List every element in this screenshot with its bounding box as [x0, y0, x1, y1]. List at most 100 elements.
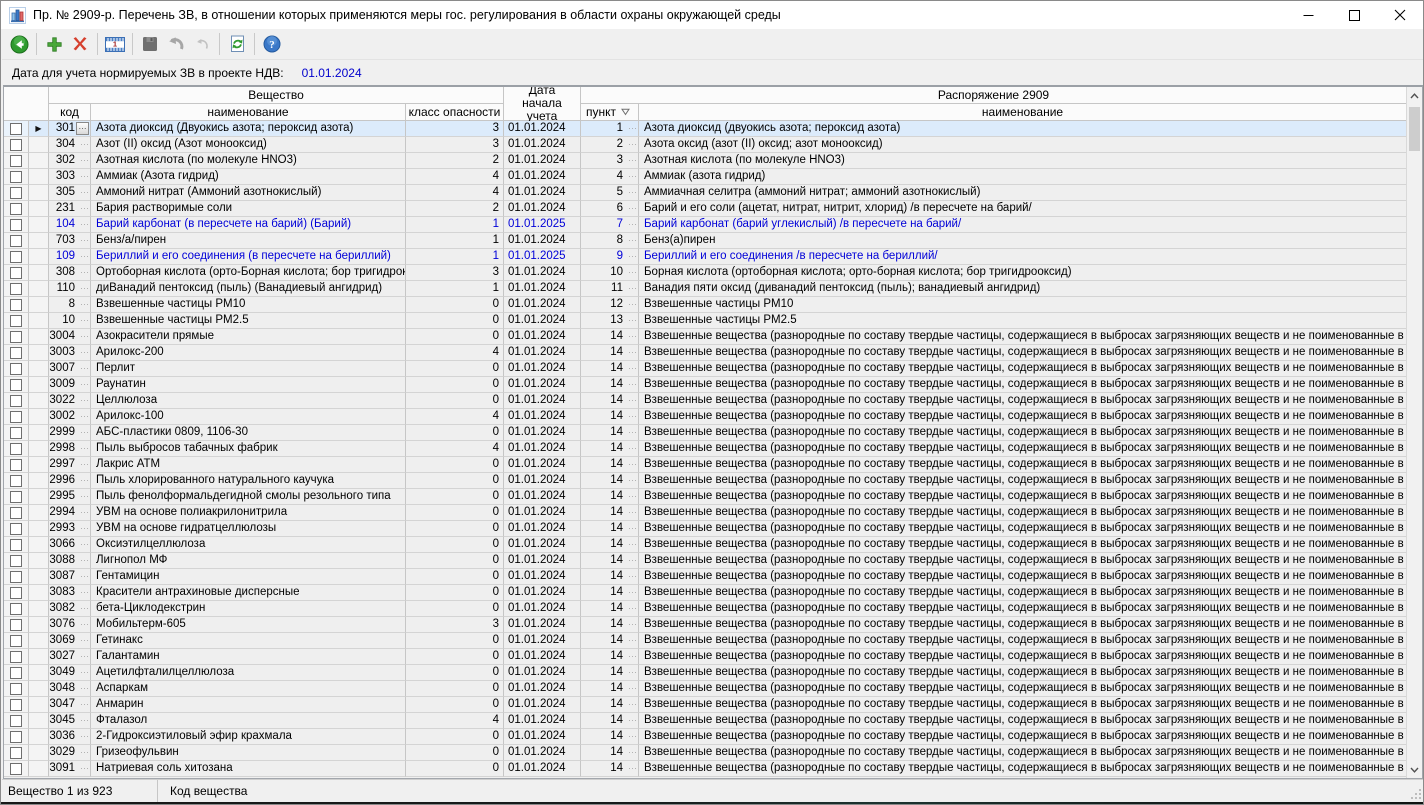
row-checkbox[interactable]	[10, 187, 22, 199]
cell-order-item[interactable]: 14···	[581, 665, 639, 681]
cell-code[interactable]: 3022···	[49, 393, 91, 409]
cell-order-item[interactable]: 14···	[581, 697, 639, 713]
cell-order-name[interactable]: Взвешенные вещества (разнородные по сост…	[639, 713, 1407, 729]
table-row[interactable]: 2996···Пыль хлорированного натурального …	[4, 473, 1407, 489]
band-substance[interactable]: Вещество	[49, 87, 504, 104]
cell-code[interactable]: 3004···	[49, 329, 91, 345]
cell-order-name[interactable]: Взвешенные вещества (разнородные по сост…	[639, 521, 1407, 537]
cell-hazard-class[interactable]: 2	[406, 153, 504, 169]
cell-start-date[interactable]: 01.01.2024	[504, 617, 581, 633]
table-row[interactable]: 8···Взвешенные частицы PM10001.01.202412…	[4, 297, 1407, 313]
cell-hazard-class[interactable]: 4	[406, 409, 504, 425]
cell-select[interactable]	[4, 153, 29, 169]
cell-hazard-class[interactable]: 0	[406, 425, 504, 441]
row-checkbox[interactable]	[10, 667, 22, 679]
cell-select[interactable]	[4, 585, 29, 601]
cell-code[interactable]: 308···	[49, 265, 91, 281]
scroll-up-button[interactable]	[1407, 87, 1422, 104]
cell-order-item[interactable]: 14···	[581, 505, 639, 521]
cell-code[interactable]: 305···	[49, 185, 91, 201]
cell-start-date[interactable]: 01.01.2024	[504, 377, 581, 393]
cell-hazard-class[interactable]: 3	[406, 617, 504, 633]
cell-select[interactable]	[4, 729, 29, 745]
cell-substance-name[interactable]: бета-Циклодекстрин	[91, 601, 406, 617]
cell-order-name[interactable]: Взвешенные вещества (разнородные по сост…	[639, 697, 1407, 713]
cell-substance-name[interactable]: Лакрис АТМ	[91, 457, 406, 473]
cell-code[interactable]: 2995···	[49, 489, 91, 505]
table-row[interactable]: 3003···Арилокс-200401.01.202414···Взвеше…	[4, 345, 1407, 361]
cell-code[interactable]: 3091···	[49, 761, 91, 777]
cell-order-item[interactable]: 5···	[581, 185, 639, 201]
cell-hazard-class[interactable]: 0	[406, 649, 504, 665]
cell-select[interactable]	[4, 361, 29, 377]
cell-start-date[interactable]: 01.01.2024	[504, 297, 581, 313]
cell-select[interactable]	[4, 457, 29, 473]
table-row[interactable]: 10···Взвешенные частицы PM2.5001.01.2024…	[4, 313, 1407, 329]
cell-start-date[interactable]: 01.01.2024	[504, 521, 581, 537]
cell-hazard-class[interactable]: 3	[406, 121, 504, 137]
cell-hazard-class[interactable]: 0	[406, 505, 504, 521]
cell-order-name[interactable]: Барий и его соли (ацетат, нитрат, нитрит…	[639, 201, 1407, 217]
cell-substance-name[interactable]: Азота диоксид (Двуокись азота; пероксид …	[91, 121, 406, 137]
cell-hazard-class[interactable]: 1	[406, 281, 504, 297]
cell-hazard-class[interactable]: 4	[406, 713, 504, 729]
cell-start-date[interactable]: 01.01.2024	[504, 169, 581, 185]
table-row[interactable]: 303···Аммиак (Азота гидрид)401.01.20244·…	[4, 169, 1407, 185]
cell-select[interactable]	[4, 185, 29, 201]
table-row[interactable]: 104···Барий карбонат (в пересчете на бар…	[4, 217, 1407, 233]
row-checkbox[interactable]	[10, 123, 22, 135]
cell-code[interactable]: 3083···	[49, 585, 91, 601]
row-checkbox[interactable]	[10, 747, 22, 759]
cell-select[interactable]	[4, 425, 29, 441]
cell-code[interactable]: 3045···	[49, 713, 91, 729]
cell-code[interactable]: 3066···	[49, 537, 91, 553]
cell-start-date[interactable]: 01.01.2024	[504, 505, 581, 521]
cell-select[interactable]	[4, 489, 29, 505]
cell-substance-name[interactable]: Целлюлоза	[91, 393, 406, 409]
scroll-down-button[interactable]	[1407, 761, 1422, 778]
table-row[interactable]: 3088···Лигнопол МФ001.01.202414···Взвеше…	[4, 553, 1407, 569]
cell-order-item[interactable]: 14···	[581, 521, 639, 537]
cell-select[interactable]	[4, 377, 29, 393]
row-checkbox[interactable]	[10, 171, 22, 183]
band-order-2909[interactable]: Распоряжение 2909	[581, 87, 1407, 104]
table-row[interactable]: 3047···Анмарин001.01.202414···Взвешенные…	[4, 697, 1407, 713]
row-checkbox[interactable]	[10, 379, 22, 391]
column-header-code[interactable]: код	[49, 104, 91, 121]
cell-start-date[interactable]: 01.01.2024	[504, 457, 581, 473]
cell-order-item[interactable]: 8···	[581, 233, 639, 249]
cell-hazard-class[interactable]: 1	[406, 233, 504, 249]
cell-order-name[interactable]: Взвешенные вещества (разнородные по сост…	[639, 377, 1407, 393]
cell-select[interactable]	[4, 169, 29, 185]
cell-substance-name[interactable]: Азот (II) оксид (Азот монооксид)	[91, 137, 406, 153]
cell-substance-name[interactable]: 2-Гидроксиэтиловый эфир крахмала	[91, 729, 406, 745]
cell-select[interactable]	[4, 217, 29, 233]
cell-start-date[interactable]: 01.01.2024	[504, 601, 581, 617]
cell-start-date[interactable]: 01.01.2024	[504, 329, 581, 345]
cell-substance-name[interactable]: Аммиак (Азота гидрид)	[91, 169, 406, 185]
cell-start-date[interactable]: 01.01.2024	[504, 313, 581, 329]
cell-order-name[interactable]: Взвешенные вещества (разнородные по сост…	[639, 361, 1407, 377]
cell-code[interactable]: 104···	[49, 217, 91, 233]
table-row[interactable]: 2998···Пыль выбросов табачных фабрик401.…	[4, 441, 1407, 457]
row-checkbox[interactable]	[10, 763, 22, 775]
cell-select[interactable]	[4, 281, 29, 297]
cell-select[interactable]	[4, 297, 29, 313]
cell-select[interactable]	[4, 201, 29, 217]
cell-substance-name[interactable]: Фталазол	[91, 713, 406, 729]
row-checkbox[interactable]	[10, 155, 22, 167]
cell-code[interactable]: 3076···	[49, 617, 91, 633]
cell-start-date[interactable]: 01.01.2024	[504, 393, 581, 409]
cell-order-name[interactable]: Взвешенные вещества (разнородные по сост…	[639, 345, 1407, 361]
table-row[interactable]: 231···Бария растворимые соли201.01.20246…	[4, 201, 1407, 217]
cell-order-name[interactable]: Взвешенные вещества (разнородные по сост…	[639, 393, 1407, 409]
table-row[interactable]: 2993···УВМ на основе гидратцеллюлозы001.…	[4, 521, 1407, 537]
cell-select[interactable]	[4, 649, 29, 665]
cell-select[interactable]	[4, 681, 29, 697]
cell-order-item[interactable]: 14···	[581, 425, 639, 441]
cell-code[interactable]: 3036···	[49, 729, 91, 745]
table-row[interactable]: 3022···Целлюлоза001.01.202414···Взвешенн…	[4, 393, 1407, 409]
cell-select[interactable]	[4, 537, 29, 553]
cell-code[interactable]: 3009···	[49, 377, 91, 393]
table-row[interactable]: 3048···Аспаркам001.01.202414···Взвешенны…	[4, 681, 1407, 697]
